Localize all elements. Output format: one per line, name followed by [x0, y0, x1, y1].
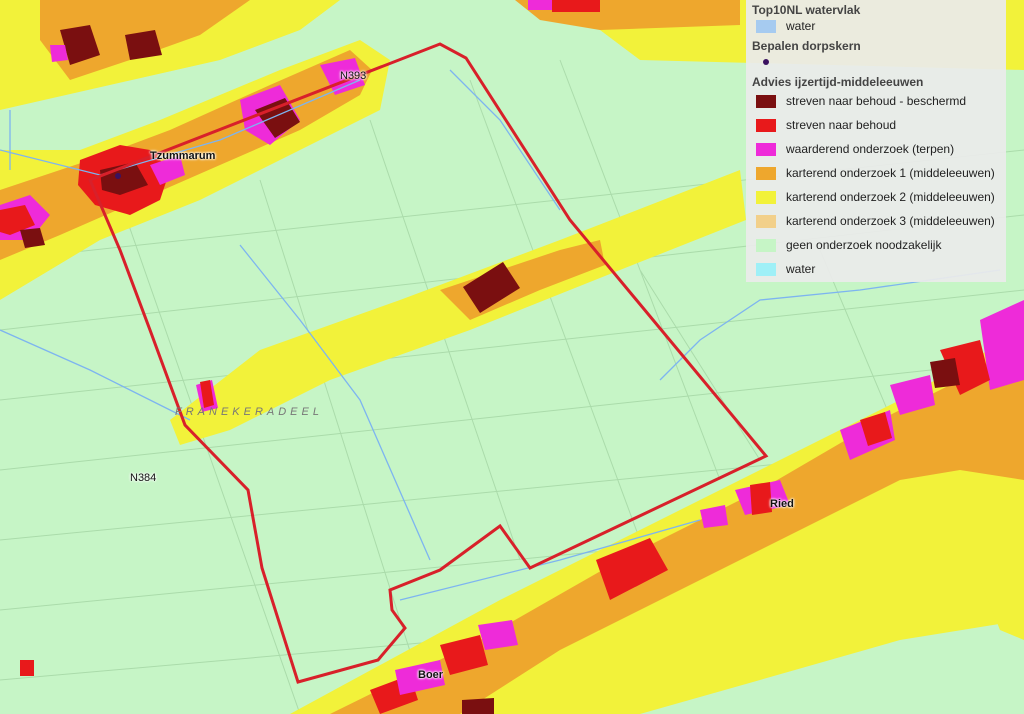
legend-swatch	[756, 118, 776, 132]
legend-swatch	[756, 19, 776, 33]
legend-label: waarderend onderzoek (terpen)	[786, 142, 955, 156]
legend-item: streven naar behoud	[752, 113, 1000, 137]
place-label-boer: Boer	[418, 669, 444, 681]
legend-item	[752, 53, 1000, 71]
zone-red-ried	[750, 482, 772, 515]
legend-label: karterend onderzoek 2 (middeleeuwen)	[786, 190, 995, 204]
place-label-tzummarum: Tzummarum	[150, 150, 216, 162]
legend-swatch	[756, 166, 776, 180]
zone-magenta-topleft	[50, 45, 68, 62]
legend-dot-icon	[763, 59, 769, 65]
legend-label: karterend onderzoek 1 (middeleeuwen)	[786, 166, 995, 180]
zone-darkred-south	[462, 698, 494, 714]
legend-item: karterend onderzoek 3 (middeleeuwen)	[752, 209, 1000, 233]
legend-item: water	[752, 17, 1000, 35]
place-label-ried: Ried	[770, 498, 794, 510]
legend-item: karterend onderzoek 1 (middeleeuwen)	[752, 161, 1000, 185]
legend-group-title-advies: Advies ijzertijd-middeleeuwen	[752, 75, 924, 89]
legend-label: geen onderzoek noodzakelijk	[786, 238, 942, 252]
legend-swatch	[756, 142, 776, 156]
village-core-dot	[115, 173, 121, 179]
legend-label: water	[786, 262, 816, 276]
legend-label: streven naar behoud - beschermd	[786, 94, 967, 108]
legend-item: water	[752, 257, 1000, 281]
legend-item: streven naar behoud - beschermd	[752, 89, 1000, 113]
legend-item: geen onderzoek noodzakelijk	[752, 233, 1000, 257]
legend-group-title-dorpskern: Bepalen dorpskern	[752, 39, 861, 53]
zone-red-far-left	[20, 660, 34, 676]
legend-label: streven naar behoud	[786, 118, 897, 132]
legend-swatch	[756, 262, 776, 276]
road-label-n393: N393	[340, 70, 367, 82]
map-legend: Top10NL watervlak water Bepalen dorpsker…	[746, 0, 1006, 282]
legend-swatch	[756, 94, 776, 108]
legend-item: waarderend onderzoek (terpen)	[752, 137, 1000, 161]
zone-magenta-south-5	[478, 620, 518, 650]
zone-magenta-top	[528, 0, 552, 10]
region-label: FRANEKERADEEL	[175, 406, 323, 418]
legend-item: karterend onderzoek 2 (middeleeuwen)	[752, 185, 1000, 209]
legend-swatch	[756, 238, 776, 252]
zone-red-top	[552, 0, 600, 12]
legend-group-title-water: Top10NL watervlak	[752, 3, 861, 17]
legend-swatch	[756, 214, 776, 228]
zone-darkred-south-east	[930, 358, 960, 388]
road-label-n384: N384	[130, 472, 157, 484]
legend-label: water	[786, 19, 816, 33]
legend-swatch	[756, 190, 776, 204]
legend-label: karterend onderzoek 3 (middeleeuwen)	[786, 214, 995, 228]
